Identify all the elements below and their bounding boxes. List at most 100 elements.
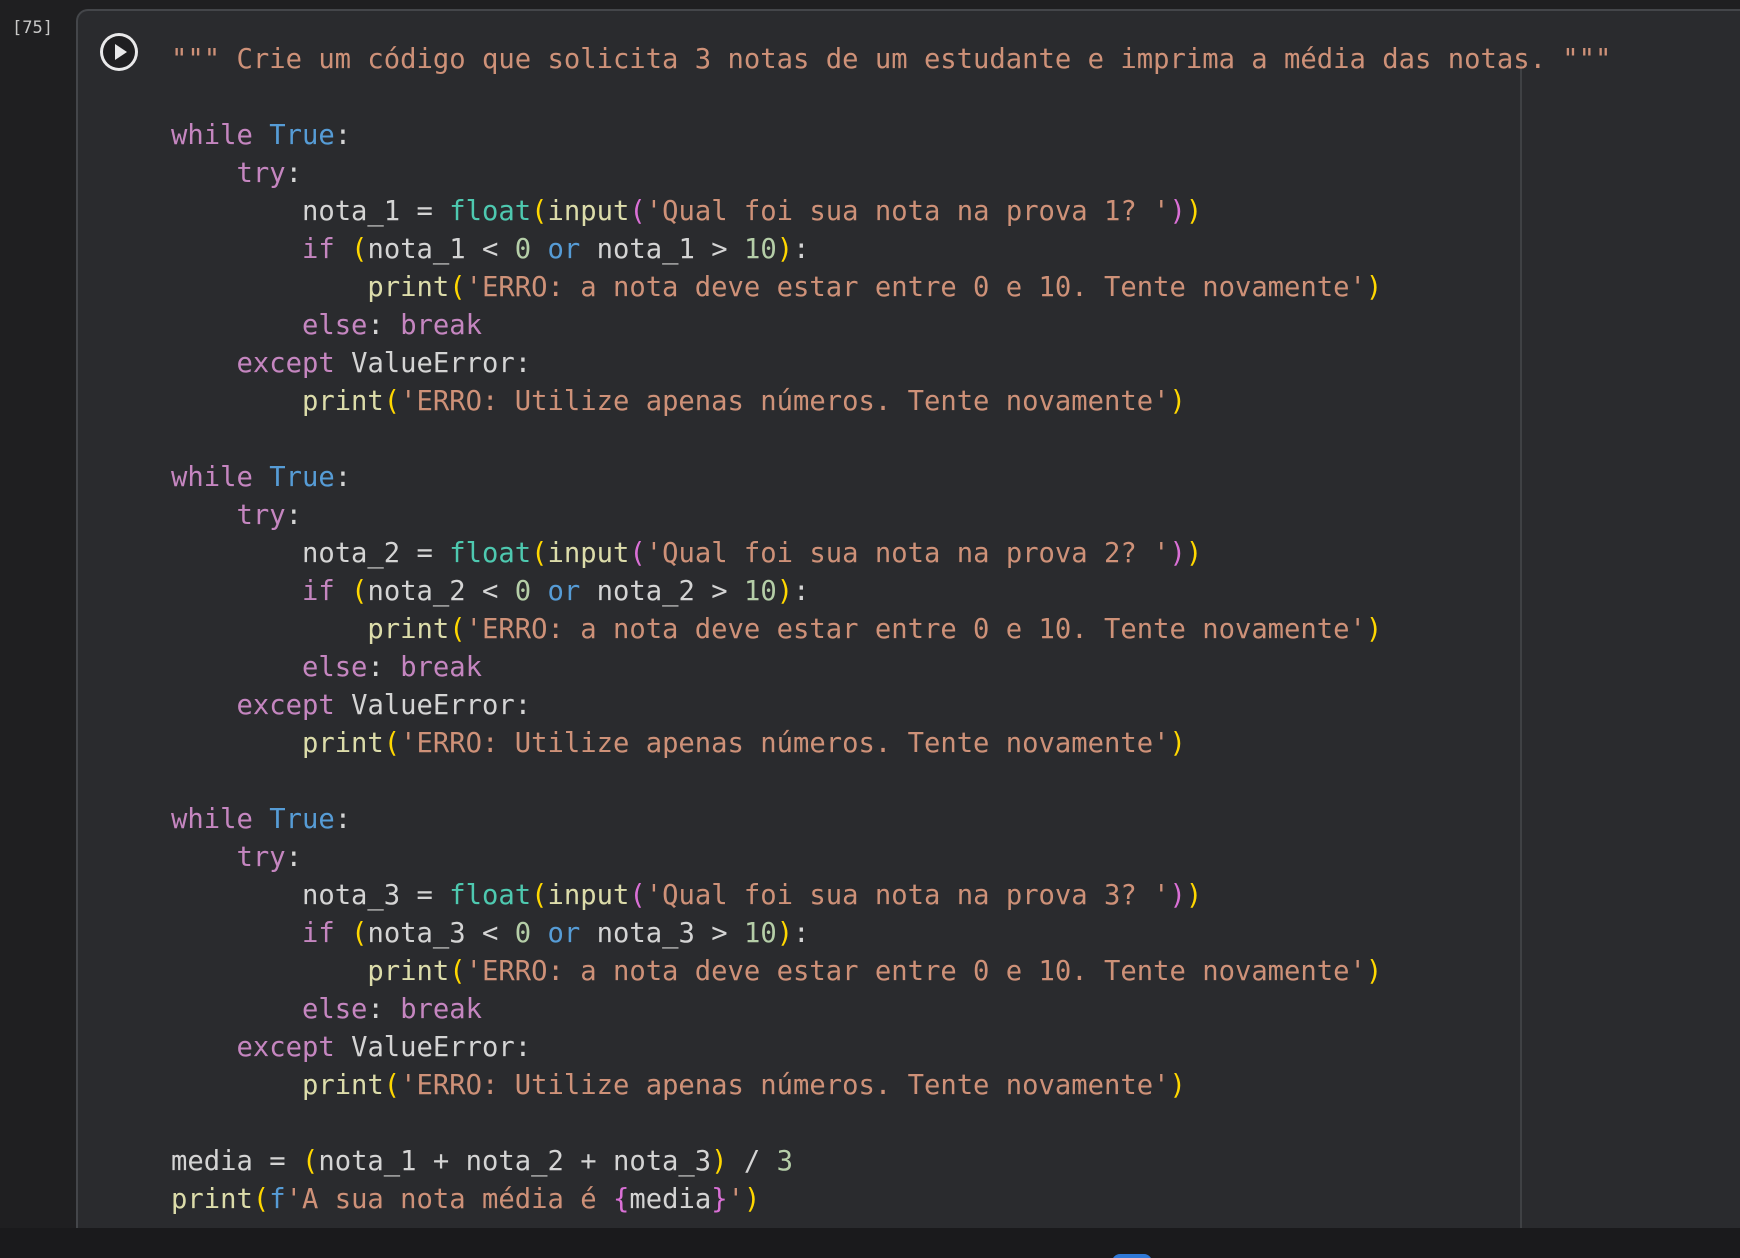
- code-line[interactable]: nota_2 = float(input('Qual foi sua nota …: [171, 535, 1611, 573]
- code-token: break: [400, 652, 483, 683]
- code-line[interactable]: nota_1 = float(input('Qual foi sua nota …: [171, 193, 1611, 231]
- code-line[interactable]: nota_3 = float(input('Qual foi sua nota …: [171, 877, 1611, 915]
- code-token: <: [465, 918, 515, 949]
- code-token: nota_2: [596, 576, 695, 607]
- code-line[interactable]: print('ERRO: a nota deve estar entre 0 e…: [171, 611, 1611, 649]
- code-token: print: [301, 386, 384, 417]
- code-line[interactable]: if (nota_3 < 0 or nota_3 > 10):: [171, 915, 1611, 953]
- code-line[interactable]: print('ERRO: Utilize apenas números. Ten…: [171, 725, 1611, 763]
- code-token: try: [236, 158, 286, 189]
- code-token: except: [236, 348, 335, 379]
- code-token: >: [694, 918, 744, 949]
- code-token: :: [334, 804, 352, 835]
- code-token: else: [301, 994, 368, 1025]
- code-line[interactable]: """ Crie um código que solicita 3 notas …: [171, 41, 1611, 79]
- code-editor[interactable]: """ Crie um código que solicita 3 notas …: [171, 41, 1611, 1219]
- code-line[interactable]: print(f'A sua nota média é {media}'): [171, 1181, 1611, 1219]
- code-line[interactable]: while True:: [171, 801, 1611, 839]
- code-line[interactable]: if (nota_1 < 0 or nota_1 > 10):: [171, 231, 1611, 269]
- run-cell-button[interactable]: [100, 33, 138, 71]
- code-token: True: [269, 804, 335, 835]
- code-token: (: [629, 196, 646, 227]
- code-line[interactable]: while True:: [171, 459, 1611, 497]
- code-token: =: [252, 1146, 302, 1177]
- code-line[interactable]: else: break: [171, 649, 1611, 687]
- code-token: float: [449, 196, 532, 227]
- code-token: print: [301, 728, 384, 759]
- code-token: ): [1169, 1070, 1186, 1101]
- play-icon[interactable]: [100, 33, 138, 71]
- code-token: (: [629, 538, 646, 569]
- code-token: nota_2: [301, 538, 401, 569]
- code-token: nota_3: [596, 918, 695, 949]
- code-token: nota_2: [367, 576, 466, 607]
- code-line[interactable]: print('ERRO: a nota deve estar entre 0 e…: [171, 953, 1611, 991]
- code-line[interactable]: print('ERRO: Utilize apenas números. Ten…: [171, 383, 1611, 421]
- code-token: 'Qual foi sua nota na prova 2? ': [645, 538, 1170, 569]
- code-token: :: [334, 462, 352, 493]
- code-token: ): [1169, 386, 1186, 417]
- code-token: (: [301, 1146, 319, 1177]
- bottom-bar: [0, 1228, 1740, 1258]
- code-line[interactable]: except ValueError:: [171, 345, 1611, 383]
- code-line[interactable]: [171, 1105, 1611, 1143]
- code-line[interactable]: media = (nota_1 + nota_2 + nota_3) / 3: [171, 1143, 1611, 1181]
- code-token: 'ERRO: a nota deve estar entre 0 e 10. T…: [465, 956, 1366, 987]
- code-token: print: [301, 1070, 384, 1101]
- code-token: while: [171, 804, 253, 835]
- code-token: print: [367, 272, 450, 303]
- code-line[interactable]: [171, 763, 1611, 801]
- code-token: 'ERRO: Utilize apenas números. Tente nov…: [400, 728, 1170, 759]
- code-line[interactable]: else: break: [171, 307, 1611, 345]
- code-token: /: [727, 1146, 777, 1177]
- code-token: }: [711, 1184, 728, 1215]
- code-token: print: [367, 614, 450, 645]
- code-token: :: [793, 234, 810, 265]
- code-token: 0: [514, 234, 532, 265]
- code-token: 'ERRO: Utilize apenas números. Tente nov…: [400, 1070, 1170, 1101]
- code-token: (: [351, 234, 368, 265]
- code-token: (: [449, 272, 466, 303]
- code-token: ': [727, 1184, 744, 1215]
- code-line[interactable]: except ValueError:: [171, 687, 1611, 725]
- code-token: 10: [743, 234, 777, 265]
- code-line[interactable]: except ValueError:: [171, 1029, 1611, 1067]
- notebook-page: [75] """ Crie um código que solicita 3 n…: [0, 0, 1740, 1258]
- code-line[interactable]: try:: [171, 497, 1611, 535]
- code-cell[interactable]: """ Crie um código que solicita 3 notas …: [76, 9, 1740, 1233]
- code-line[interactable]: else: break: [171, 991, 1611, 1029]
- code-line[interactable]: [171, 421, 1611, 459]
- code-token: :: [334, 120, 352, 151]
- code-line[interactable]: [171, 79, 1611, 117]
- code-line[interactable]: try:: [171, 155, 1611, 193]
- code-line[interactable]: print('ERRO: Utilize apenas números. Ten…: [171, 1067, 1611, 1105]
- code-token: input: [547, 880, 630, 911]
- code-token: ): [776, 918, 794, 949]
- code-token: ): [1169, 728, 1186, 759]
- code-token: ): [1365, 956, 1383, 987]
- code-token: ValueError:: [334, 348, 532, 379]
- code-line[interactable]: if (nota_2 < 0 or nota_2 > 10):: [171, 573, 1611, 611]
- code-line[interactable]: try:: [171, 839, 1611, 877]
- code-token: (: [531, 538, 548, 569]
- code-token: :: [285, 158, 302, 189]
- code-line[interactable]: while True:: [171, 117, 1611, 155]
- code-token: (: [252, 1184, 270, 1215]
- code-token: 10: [743, 576, 777, 607]
- code-line[interactable]: print('ERRO: a nota deve estar entre 0 e…: [171, 269, 1611, 307]
- code-token: <: [465, 234, 515, 265]
- code-token: media: [171, 1146, 253, 1177]
